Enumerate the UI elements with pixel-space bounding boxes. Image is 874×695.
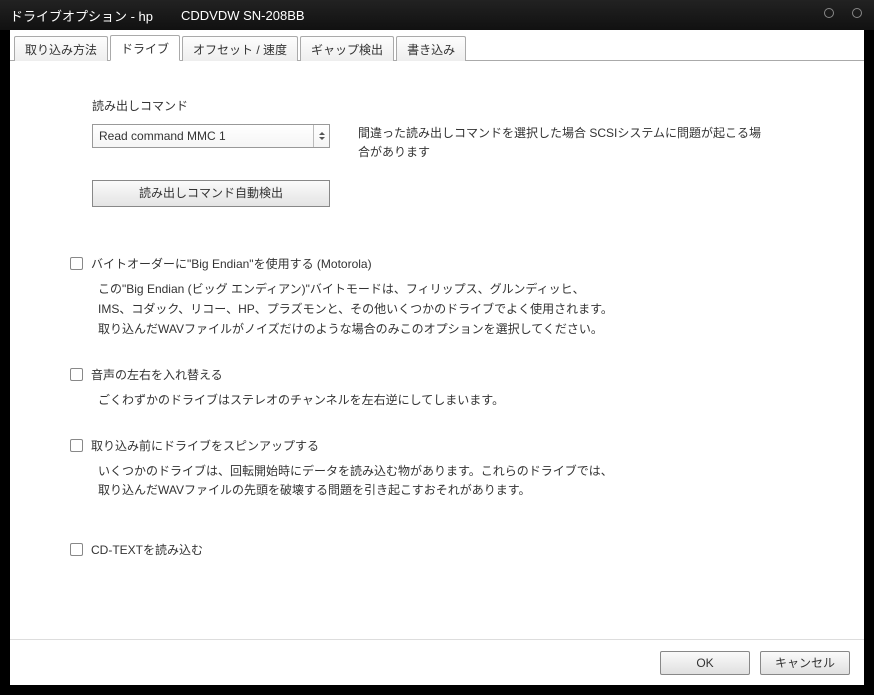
read-command-label: 読み出しコマンド [92, 97, 826, 114]
minimize-icon[interactable] [824, 8, 834, 18]
titlebar: ドライブオプション - hp CDDVDW SN-208BB [0, 0, 874, 30]
checkbox-big-endian[interactable] [70, 257, 83, 270]
read-command-row: Read command MMC 1 間違った読み出しコマンドを選択した場合 S… [92, 124, 826, 162]
window-title-prefix: ドライブオプション - hp [10, 6, 153, 25]
window-controls [824, 8, 862, 18]
option-cdtext-label: CD-TEXTを読み込む [91, 541, 203, 558]
read-command-hint: 間違った読み出しコマンドを選択した場合 SCSIシステムに問題が起こる場合があり… [358, 124, 768, 162]
window-root: ドライブオプション - hp CDDVDW SN-208BB 取り込み方法 ドラ… [0, 0, 874, 695]
checkbox-spinup[interactable] [70, 439, 83, 452]
ok-button[interactable]: OK [660, 651, 750, 675]
client-area: 取り込み方法 ドライブ オフセット / 速度 ギャップ検出 書き込み 読み出しコ… [0, 30, 874, 695]
window-title-drive: CDDVDW SN-208BB [181, 8, 305, 23]
tab-drive[interactable]: ドライブ [110, 35, 180, 61]
read-command-value: Read command MMC 1 [99, 129, 226, 143]
cancel-button[interactable]: キャンセル [760, 651, 850, 675]
tab-writing[interactable]: 書き込み [396, 36, 466, 61]
option-swap-channels-label: 音声の左右を入れ替える [91, 366, 223, 383]
panel: 取り込み方法 ドライブ オフセット / 速度 ギャップ検出 書き込み 読み出しコ… [10, 30, 864, 685]
option-swap-channels: 音声の左右を入れ替える ごくわずかのドライブはステレオのチャンネルを左右逆にして… [92, 366, 826, 411]
option-spinup-desc: いくつかのドライブは、回転開始時にデータを読み込む物があります。これらのドライブ… [98, 462, 738, 502]
tab-content-drive: 読み出しコマンド Read command MMC 1 間違った読み出しコマンド… [10, 61, 864, 639]
option-big-endian-desc: この"Big Endian (ビッグ エンディアン)"バイトモードは、フィリップ… [98, 280, 738, 339]
option-swap-channels-desc: ごくわずかのドライブはステレオのチャンネルを左右逆にしてしまいます。 [98, 391, 738, 411]
option-spinup: 取り込み前にドライブをスピンアップする いくつかのドライブは、回転開始時にデータ… [92, 437, 826, 502]
select-spinner-icon[interactable] [313, 125, 329, 147]
close-icon[interactable] [852, 8, 862, 18]
tab-offset-speed[interactable]: オフセット / 速度 [182, 36, 298, 61]
option-cdtext: CD-TEXTを読み込む [92, 541, 826, 558]
read-command-select[interactable]: Read command MMC 1 [92, 124, 330, 148]
dialog-footer: OK キャンセル [10, 639, 864, 685]
checkbox-cdtext[interactable] [70, 543, 83, 556]
option-big-endian: バイトオーダーに"Big Endian"を使用する (Motorola) この"… [92, 255, 826, 339]
tabstrip: 取り込み方法 ドライブ オフセット / 速度 ギャップ検出 書き込み [10, 30, 864, 61]
tab-gap-detection[interactable]: ギャップ検出 [300, 36, 394, 61]
checkbox-swap-channels[interactable] [70, 368, 83, 381]
autodetect-read-command-button[interactable]: 読み出しコマンド自動検出 [92, 180, 330, 207]
option-spinup-label: 取り込み前にドライブをスピンアップする [91, 437, 319, 454]
tab-rip-method[interactable]: 取り込み方法 [14, 36, 108, 61]
option-big-endian-label: バイトオーダーに"Big Endian"を使用する (Motorola) [91, 255, 372, 272]
